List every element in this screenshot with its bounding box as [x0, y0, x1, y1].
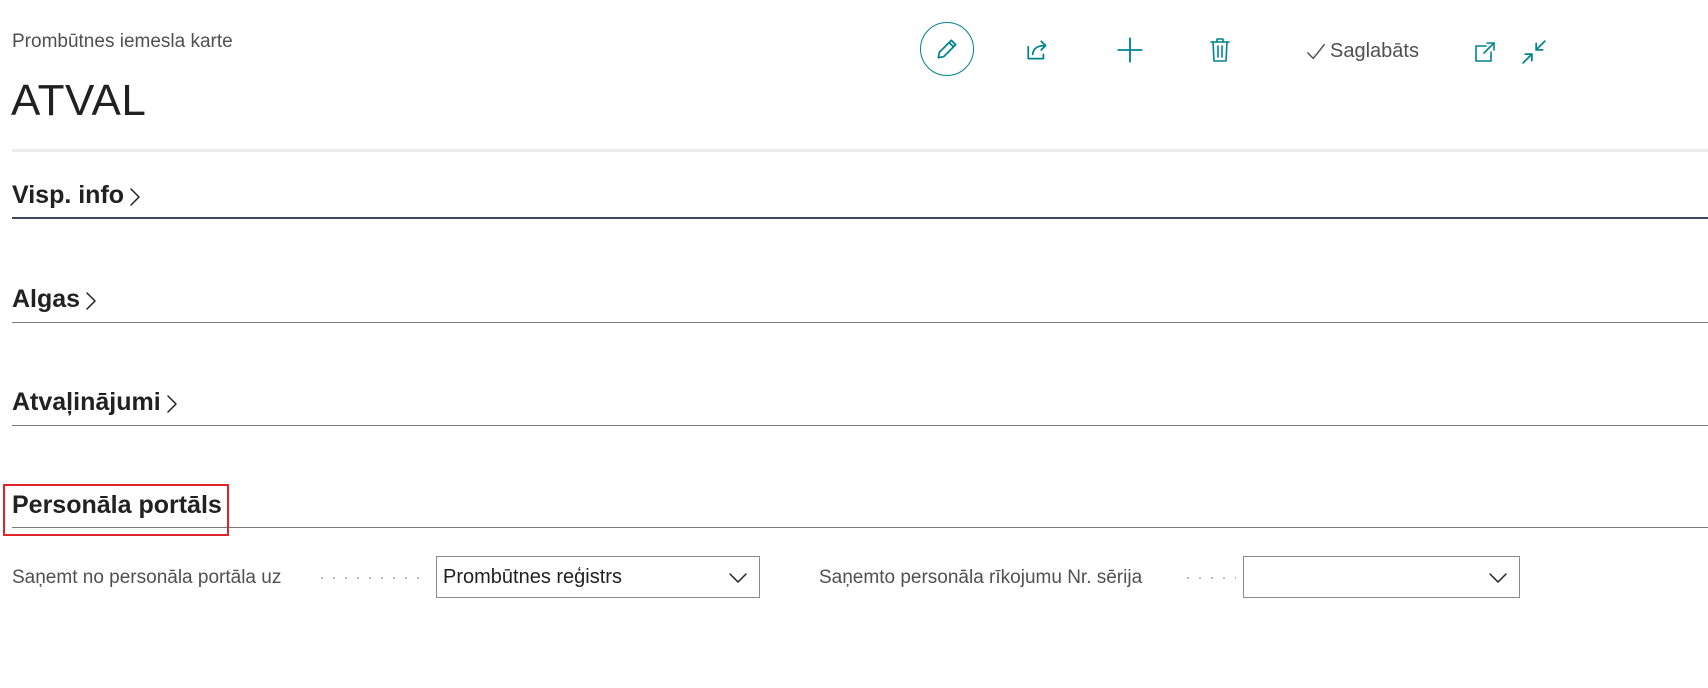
section-vacations-underline	[12, 425, 1708, 426]
saved-label: Saglabāts	[1330, 40, 1419, 62]
chevron-right-icon	[166, 394, 177, 413]
section-salary-underline	[12, 322, 1708, 323]
share-button[interactable]	[1022, 34, 1054, 66]
section-general-label: Visp. info	[12, 181, 125, 209]
new-button[interactable]	[1114, 34, 1146, 66]
checkmark-icon	[1307, 43, 1325, 59]
collapse-icon	[1522, 40, 1546, 64]
header-divider	[12, 149, 1708, 152]
section-vacations-header[interactable]: Atvaļinājumi	[12, 388, 179, 417]
section-vacations-label: Atvaļinājumi	[12, 388, 161, 416]
receive-from-portal-dots	[316, 577, 428, 579]
section-portal-underline	[12, 527, 1708, 528]
order-no-series-select[interactable]	[1243, 556, 1520, 598]
open-in-new-window-icon	[1475, 42, 1495, 62]
page-title: ATVAL	[11, 76, 147, 125]
chevron-right-icon	[86, 291, 96, 310]
open-in-new-window-button[interactable]	[1470, 37, 1500, 67]
edit-button[interactable]	[920, 22, 974, 76]
chevron-down-icon	[1489, 573, 1507, 583]
pencil-icon	[937, 39, 957, 59]
trash-icon	[1210, 38, 1230, 62]
collapse-button[interactable]	[1519, 37, 1549, 67]
receive-from-portal-value: Prombūtnes reģistrs	[443, 565, 622, 588]
section-general-header[interactable]: Visp. info	[12, 181, 142, 210]
receive-from-portal-label: Saņemt no personāla portāla uz	[12, 567, 282, 588]
plus-icon	[1117, 37, 1143, 63]
share-icon	[1027, 40, 1047, 60]
page-caption: Prombūtnes iemesla karte	[12, 31, 233, 52]
section-general-underline	[12, 217, 1708, 219]
chevron-right-icon	[130, 187, 140, 206]
receive-from-portal-select[interactable]: Prombūtnes reģistrs	[436, 556, 760, 598]
order-no-series-label: Saņemto personāla rīkojumu Nr. sērija	[819, 567, 1143, 588]
section-salary-label: Algas	[12, 285, 81, 313]
order-no-series-dots	[1182, 577, 1236, 579]
saved-status: Saglabāts	[1305, 40, 1419, 63]
highlight-box	[3, 484, 229, 536]
chevron-down-icon	[729, 573, 747, 583]
delete-button[interactable]	[1204, 34, 1236, 66]
section-salary-header[interactable]: Algas	[12, 285, 98, 314]
